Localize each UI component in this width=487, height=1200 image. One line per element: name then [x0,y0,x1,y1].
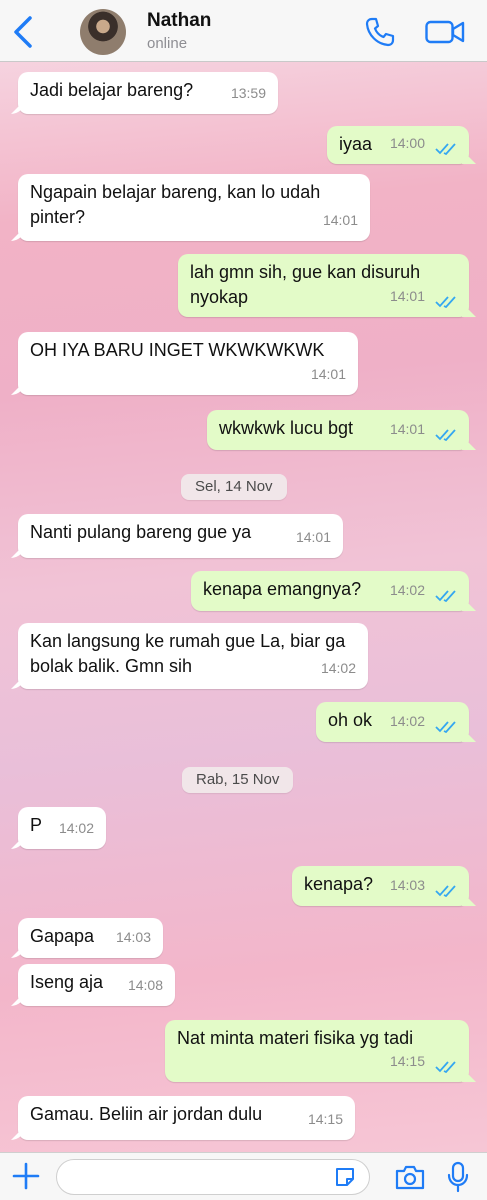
read-ticks-icon [435,429,456,441]
message-time: 14:02 [389,713,425,729]
contact-status: online [147,35,188,52]
read-ticks-icon [435,143,456,155]
message-text: Nat minta materi fisika yg tadi [177,1028,414,1048]
camera-icon[interactable] [395,1164,425,1190]
message-text: Iseng aja [30,972,104,992]
message-time: 14:02 [389,582,425,598]
message-list[interactable]: Jadi belajar bareng? 13:59 iyaa 14:00 Ng… [0,62,487,1152]
message-time: 14:03 [115,929,151,945]
date-separator: Sel, 14 Nov [181,474,287,500]
message-time: 14:02 [58,820,94,836]
message-composer [0,1152,487,1200]
message-outgoing[interactable]: oh ok 14:02 [316,702,469,742]
message-text: kenapa emangnya? [203,579,362,599]
video-camera-icon[interactable] [425,19,465,45]
message-text: kenapa? [304,874,374,894]
read-ticks-icon [435,885,456,897]
message-incoming[interactable]: Ngapain belajar bareng, kan lo udah pint… [18,174,370,241]
message-text: OH IYA BARU INGET WKWKWKWK [30,340,325,360]
read-ticks-icon [435,590,456,602]
message-outgoing[interactable]: kenapa emangnya? 14:02 [191,571,469,611]
message-text: Gamau. Beliin air jordan dulu [30,1104,263,1124]
message-text: Jadi belajar bareng? [30,80,194,100]
chevron-left-icon[interactable] [8,14,38,50]
message-incoming[interactable]: Iseng aja 14:08 [18,964,175,1006]
message-text: Gapapa [30,926,95,946]
message-incoming[interactable]: Gamau. Beliin air jordan dulu 14:15 [18,1096,355,1140]
message-incoming[interactable]: OH IYA BARU INGET WKWKWKWK 14:01 [18,332,358,395]
message-time: 14:01 [322,212,358,228]
message-text: Kan langsung ke rumah gue La, biar ga bo… [30,631,346,676]
message-outgoing[interactable]: iyaa 14:00 [327,126,469,164]
phone-icon[interactable] [364,16,396,48]
message-incoming[interactable]: Nanti pulang bareng gue ya 14:01 [18,514,343,558]
message-outgoing[interactable]: kenapa? 14:03 [292,866,469,906]
message-incoming[interactable]: Jadi belajar bareng? 13:59 [18,72,278,114]
message-text: wkwkwk lucu bgt [219,418,354,438]
message-text: Ngapain belajar bareng, kan lo udah pint… [30,182,321,227]
chat-header: Nathan online [0,0,487,62]
contact-name[interactable]: Nathan [147,10,211,32]
message-time: 14:01 [310,366,346,382]
message-text: oh ok [328,710,373,730]
read-ticks-icon [435,296,456,308]
message-input[interactable] [56,1159,370,1195]
message-text: lah gmn sih, gue kan disuruh nyokap [190,262,421,307]
read-ticks-icon [435,1061,456,1073]
message-text: Nanti pulang bareng gue ya [30,522,252,542]
date-separator: Rab, 15 Nov [182,767,294,793]
message-incoming[interactable]: P 14:02 [18,807,106,849]
message-outgoing[interactable]: wkwkwk lucu bgt 14:01 [207,410,469,450]
message-time: 14:00 [389,135,425,151]
message-time: 14:01 [295,529,331,545]
message-time: 14:15 [307,1111,343,1127]
message-time: 14:01 [389,421,425,437]
sticker-icon[interactable] [334,1166,356,1188]
message-incoming[interactable]: Kan langsung ke rumah gue La, biar ga bo… [18,623,368,689]
microphone-icon[interactable] [447,1161,469,1193]
message-outgoing[interactable]: Nat minta materi fisika yg tadi 14:15 [165,1020,469,1082]
message-time: 14:03 [389,877,425,893]
message-text: P [30,815,43,835]
message-time: 13:59 [230,85,266,101]
message-incoming[interactable]: Gapapa 14:03 [18,918,163,958]
message-time: 14:02 [320,660,356,676]
message-text: iyaa [339,134,373,154]
plus-icon[interactable] [12,1162,40,1190]
message-time: 14:08 [127,977,163,993]
message-time: 14:15 [389,1053,425,1069]
read-ticks-icon [435,721,456,733]
message-outgoing[interactable]: lah gmn sih, gue kan disuruh nyokap 14:0… [178,254,469,317]
avatar[interactable] [80,9,126,55]
message-time: 14:01 [389,288,425,304]
